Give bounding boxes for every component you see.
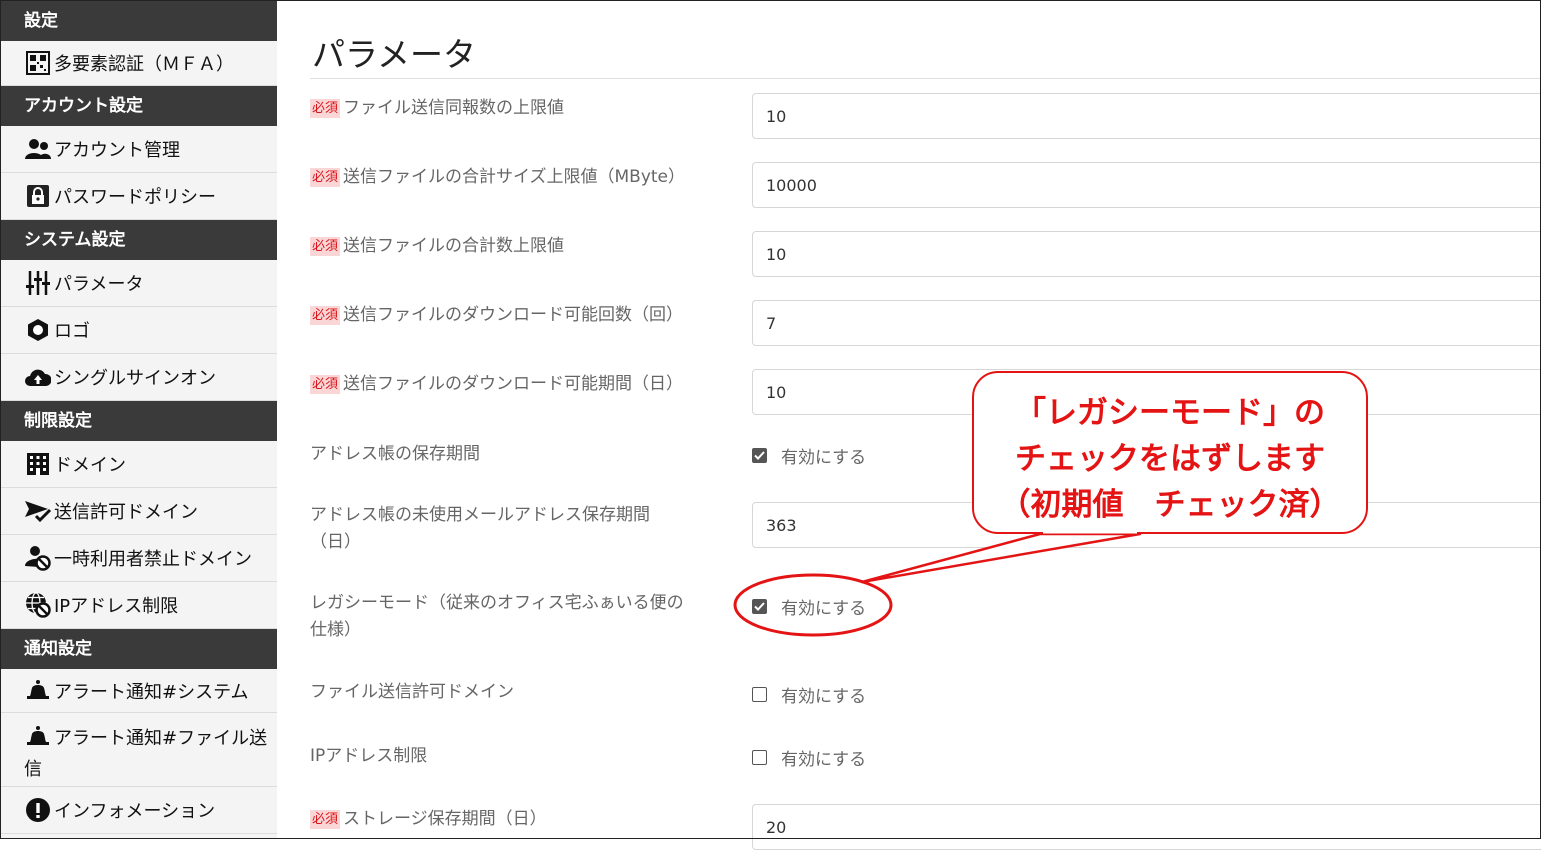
highlight-ellipse: [733, 573, 893, 637]
callout-pointer: [860, 532, 1142, 584]
callout-line1: 「レガシーモード」の: [1015, 395, 1325, 431]
callout-line2: チェックをはずします: [1015, 441, 1325, 477]
annotation-callout: 「レガシーモード」の チェックをはずします （初期値 チェック済）: [972, 371, 1368, 534]
callout-line3: （初期値 チェック済）: [999, 487, 1341, 523]
